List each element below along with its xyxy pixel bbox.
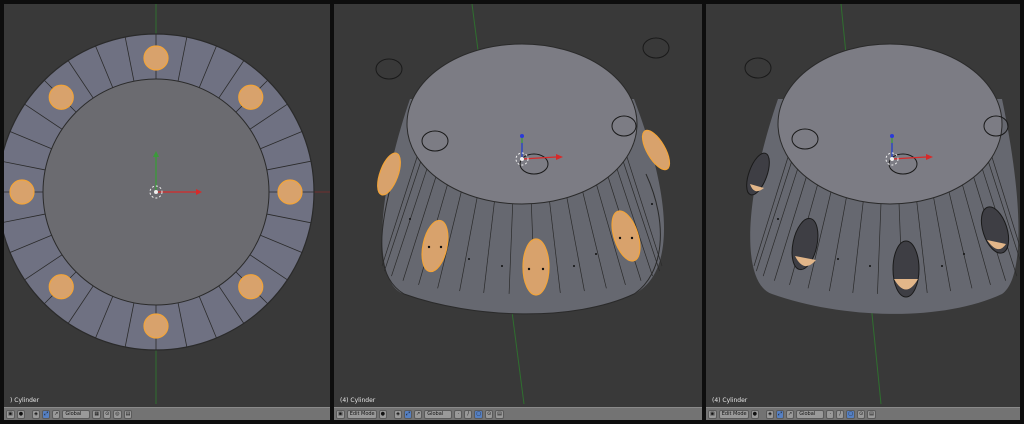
shading-button[interactable]: ● (750, 409, 760, 419)
pivot-button[interactable]: ◈ (766, 409, 775, 419)
three-panel-comparison: ) Cylinder ▣ ● ◈ ⤢ ↗ Global ▦ ⊙ ◎ ▤ (4) … (0, 0, 1024, 424)
move-tool[interactable]: ↗ (52, 409, 61, 419)
viewport-canvas-3[interactable] (706, 4, 1020, 404)
orientation-select[interactable]: Global (796, 409, 825, 419)
viewport-top-view[interactable]: ) Cylinder ▣ ● ◈ ⤢ ↗ Global ▦ ⊙ ◎ ▤ (4, 4, 330, 420)
mode-select[interactable]: Edit Mode (346, 409, 377, 419)
editor-type-button[interactable]: ▣ (6, 409, 15, 419)
viewport-perspective-holes[interactable]: (4) Cylinder ▣ Edit Mode ● ◈ ⤢ ↗ Global … (706, 4, 1020, 420)
viewport-perspective-selected[interactable]: (4) Cylinder ▣ Edit Mode ● ◈ ⤢ ↗ Global … (334, 4, 702, 420)
mode-select[interactable]: Edit Mode (718, 409, 749, 419)
cylinder-top-face (406, 43, 638, 205)
viewport-canvas-1[interactable] (4, 4, 330, 404)
manipulator-toggle[interactable]: ⤢ (776, 409, 785, 419)
editor-type-button[interactable]: ▣ (336, 409, 345, 419)
snap-button[interactable]: ⊙ (856, 409, 866, 419)
pivot-button[interactable]: ◈ (394, 409, 403, 419)
edge-select-mode[interactable]: / (836, 409, 845, 419)
cylinder-top-face (777, 43, 1003, 205)
proportional-button[interactable]: ◎ (113, 409, 122, 419)
object-name-label: (4) Cylinder (712, 397, 748, 404)
pivot-button[interactable]: ◈ (32, 409, 41, 419)
editor-type-button[interactable]: ▣ (708, 409, 717, 419)
move-tool[interactable]: ↗ (414, 409, 423, 419)
manipulator-toggle[interactable]: ⤢ (404, 409, 413, 419)
move-tool[interactable]: ↗ (786, 409, 795, 419)
layers-button[interactable]: ▦ (92, 409, 102, 419)
face-select-mode[interactable]: ▢ (474, 409, 483, 419)
edge-select-mode[interactable]: / (464, 409, 473, 419)
snap-button[interactable]: ⊙ (484, 409, 494, 419)
snap-button[interactable]: ⊙ (103, 409, 112, 419)
render-button[interactable]: ▤ (123, 409, 133, 419)
object-name-label: ) Cylinder (10, 397, 40, 404)
viewport-header-3: ▣ Edit Mode ● ◈ ⤢ ↗ Global · / ▢ ⊙ ▤ (706, 407, 1020, 420)
viewport-header-2: ▣ Edit Mode ● ◈ ⤢ ↗ Global · / ▢ ⊙ ▤ (334, 407, 702, 420)
manipulator-toggle[interactable]: ⤢ (42, 409, 51, 419)
shading-button[interactable]: ● (378, 409, 388, 419)
vertex-select-mode[interactable]: · (826, 409, 835, 419)
vertex-select-mode[interactable]: · (454, 409, 463, 419)
object-name-label: (4) Cylinder (340, 397, 376, 404)
face-select-mode[interactable]: ▢ (846, 409, 855, 419)
shading-button[interactable]: ● (16, 409, 26, 419)
orientation-select[interactable]: Global (424, 409, 453, 419)
orientation-select[interactable]: Global (62, 409, 91, 419)
render-button[interactable]: ▤ (495, 409, 504, 419)
viewport-header-1: ▣ ● ◈ ⤢ ↗ Global ▦ ⊙ ◎ ▤ (4, 407, 330, 420)
viewport-canvas-2[interactable] (334, 4, 702, 404)
render-button[interactable]: ▤ (867, 409, 876, 419)
